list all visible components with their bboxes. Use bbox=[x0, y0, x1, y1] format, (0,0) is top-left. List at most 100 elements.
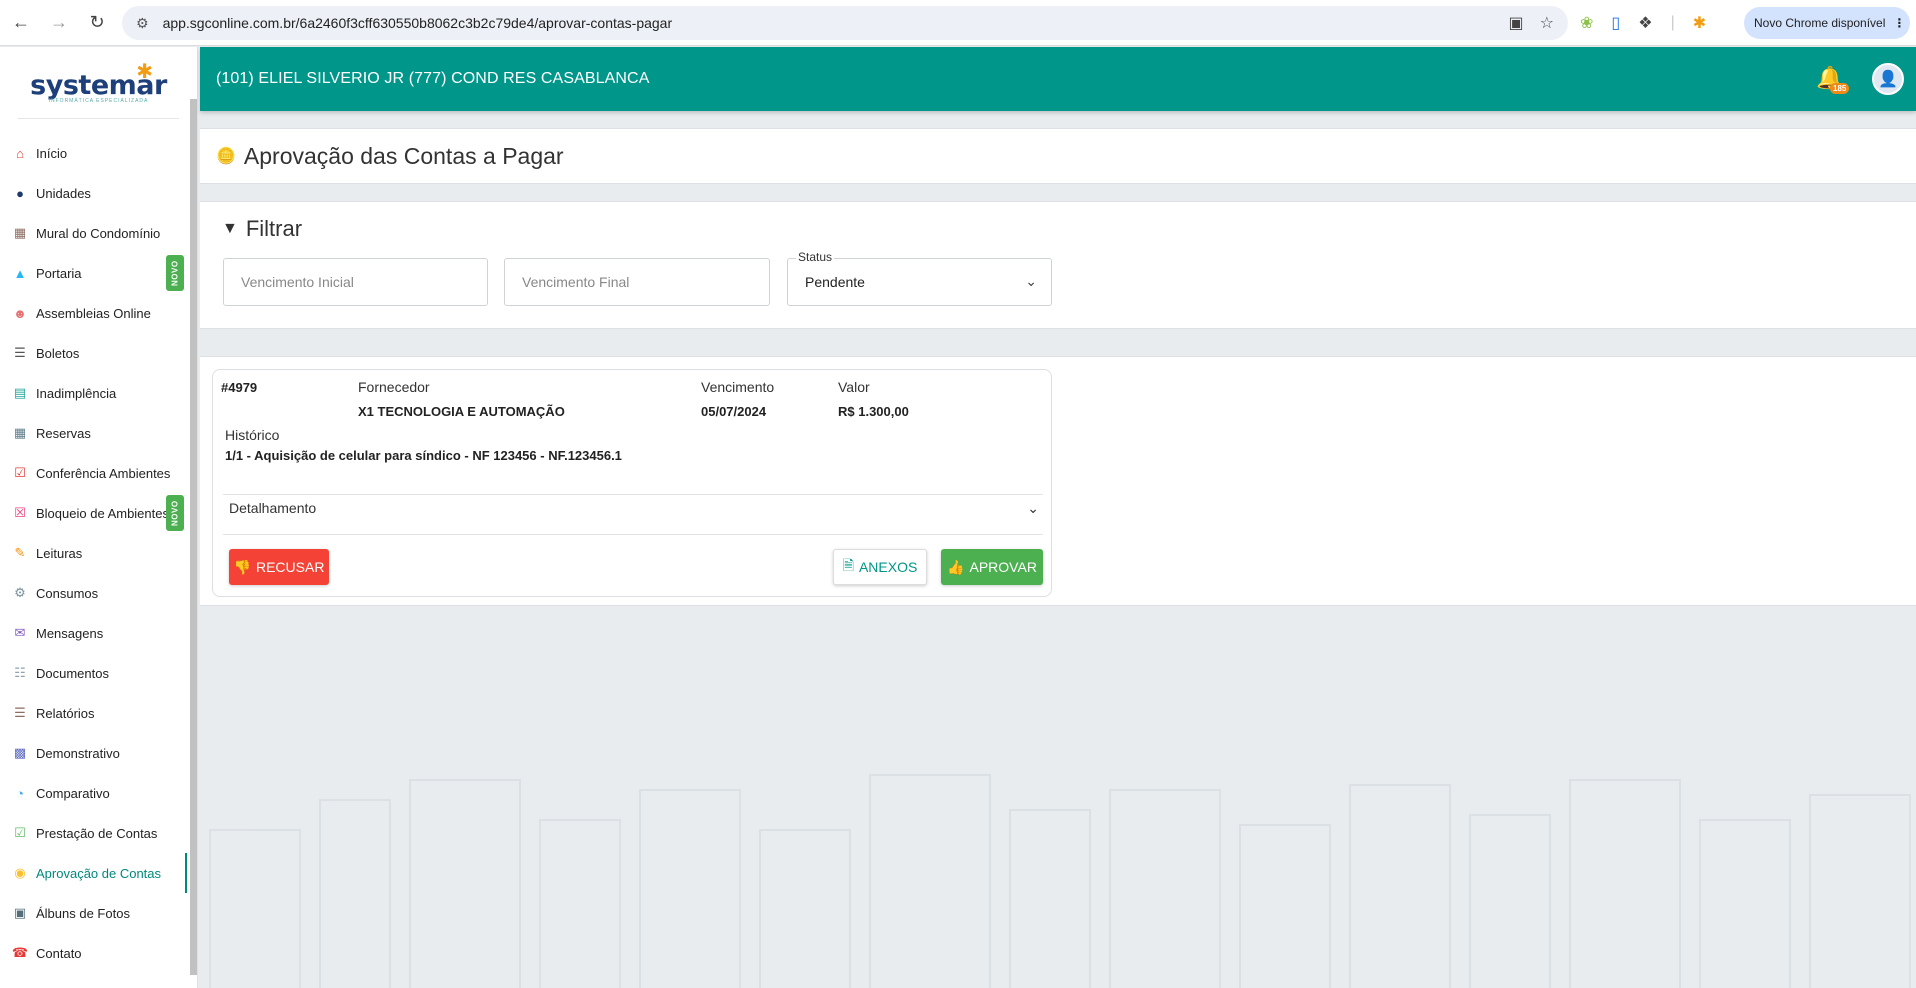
url-text[interactable]: app.sgconline.com.br/6a2460f3cff630550b8… bbox=[163, 15, 1509, 31]
sidebar-item-inadimplencia[interactable]: ▤ Inadimplência bbox=[0, 373, 197, 413]
sidebar-item-relatorios[interactable]: ☰ Relatórios bbox=[0, 693, 197, 733]
anexos-button[interactable]: 🗎 ANEXOS bbox=[833, 549, 927, 585]
sidebar-scrollbar[interactable] bbox=[190, 99, 197, 975]
extensions-area: ❀ ▯ ❖ | ✱ bbox=[1580, 10, 1706, 36]
divider bbox=[223, 534, 1043, 535]
sidebar-item-consumos[interactable]: ⚙ Consumos bbox=[0, 573, 197, 613]
sidebar-item-label: Aprovação de Contas bbox=[36, 865, 162, 881]
report-icon: ▤ bbox=[13, 385, 27, 400]
vencimento-value: 05/07/2024 bbox=[701, 404, 767, 419]
photo-icon: ▣ bbox=[13, 905, 27, 920]
sidebar-item-mensagens[interactable]: ✉ Mensagens bbox=[0, 613, 197, 653]
sidebar-item-portaria[interactable]: ▲ Portaria NOVO bbox=[0, 253, 197, 293]
sidebar-item-label: Reservas bbox=[36, 425, 91, 441]
more-menu-icon[interactable]: ⋮ bbox=[1893, 16, 1905, 30]
filter-title: Filtrar bbox=[245, 216, 303, 241]
logo-star-icon: ✱ bbox=[136, 61, 153, 83]
user-avatar[interactable]: 👤 bbox=[1872, 63, 1904, 95]
detalhamento-label: Detalhamento bbox=[229, 500, 317, 516]
sidebar-item-label: Documentos bbox=[36, 665, 109, 681]
status-select[interactable]: Status Pendente ⌄ bbox=[787, 250, 1052, 306]
profile-extension-icon[interactable]: ✱ bbox=[1693, 13, 1706, 33]
sidebar-item-contato[interactable]: ☎ Contato bbox=[0, 933, 197, 973]
sidebar-item-comparativo[interactable]: ◔ Comparativo bbox=[0, 773, 197, 813]
gate-icon: ▲ bbox=[13, 265, 27, 281]
vencimento-inicial-input[interactable]: Vencimento Inicial bbox=[223, 258, 488, 306]
extensions-puzzle-icon[interactable]: ❖ bbox=[1638, 13, 1652, 33]
novo-badge: NOVO bbox=[166, 255, 184, 291]
bookmark-star-icon[interactable]: ☆ bbox=[1540, 13, 1554, 33]
historico-value: 1/1 - Aquisição de celular para síndico … bbox=[225, 448, 622, 463]
skyline-background bbox=[209, 774, 1911, 988]
status-label: Status bbox=[796, 250, 835, 264]
sidebar-item-label: Comparativo bbox=[36, 785, 110, 801]
sidebar-item-assembleias-online[interactable]: ☻ Assembleias Online bbox=[0, 293, 197, 333]
sidebar-item-unidades[interactable]: ● Unidades bbox=[0, 173, 197, 213]
brand-logo[interactable]: ✱ systemar INFORMÁTICA ESPECIALIZADA bbox=[18, 55, 179, 119]
sidebar-item-prestacao-de-contas[interactable]: ☑ Prestação de Contas bbox=[0, 813, 197, 853]
notification-count-badge[interactable]: 185 bbox=[1830, 83, 1850, 94]
address-bar[interactable]: ⚙ app.sgconline.com.br/6a2460f3cff630550… bbox=[122, 6, 1568, 40]
accounts-icon: ☑ bbox=[14, 825, 26, 840]
valor-label: Valor bbox=[838, 379, 870, 395]
barcode-icon: ☰ bbox=[14, 345, 26, 360]
sidebar-item-albuns-de-fotos[interactable]: ▣ Álbuns de Fotos bbox=[0, 893, 197, 933]
pie-chart-icon: ◔ bbox=[16, 785, 24, 801]
sidebar-item-label: Relatórios bbox=[36, 705, 95, 721]
sidebar-item-label: Álbuns de Fotos bbox=[36, 905, 130, 921]
status-value: Pendente bbox=[805, 274, 865, 290]
documents-icon: ☷ bbox=[14, 665, 26, 680]
chat-icon: ✉ bbox=[14, 625, 26, 640]
sidebar-item-leituras[interactable]: ✎ Leituras bbox=[0, 533, 197, 573]
extension-document-icon[interactable]: ▯ bbox=[1611, 13, 1620, 33]
chrome-update-button[interactable]: Novo Chrome disponível ⋮ bbox=[1744, 7, 1910, 39]
sidebar-item-aprovacao-de-contas[interactable]: ◉ Aprovação de Contas bbox=[0, 853, 197, 893]
filter-funnel-icon: ▼ bbox=[222, 220, 238, 237]
results-panel: #4979 Fornecedor X1 TECNOLOGIA E AUTOMAÇ… bbox=[200, 356, 1916, 606]
detalhamento-toggle[interactable]: Detalhamento ⌄ bbox=[229, 500, 1039, 516]
recusar-button[interactable]: 👎 RECUSAR bbox=[229, 549, 329, 585]
extension-leaf-icon[interactable]: ❀ bbox=[1580, 13, 1593, 33]
page-title-panel: 🪙 Aprovação das Contas a Pagar bbox=[200, 128, 1916, 184]
sidebar-item-mural-do-condominio[interactable]: ▦ Mural do Condomínio bbox=[0, 213, 197, 253]
board-icon: ▦ bbox=[13, 225, 27, 240]
document-icon: 🗎 bbox=[842, 557, 854, 573]
sidebar-item-label: Leituras bbox=[36, 545, 83, 561]
sidebar-item-reservas[interactable]: ▦ Reservas bbox=[0, 413, 197, 453]
app-header: (101) ELIEL SILVERIO JR (777) COND RES C… bbox=[200, 47, 1916, 111]
sidebar-item-inicio[interactable]: ⌂ Início bbox=[0, 133, 197, 173]
site-info-icon[interactable]: ⚙ bbox=[136, 15, 149, 32]
sidebar-item-label: Consumos bbox=[36, 585, 99, 601]
thumbs-up-icon: 👍 bbox=[947, 558, 965, 575]
sidebar: ✱ systemar INFORMÁTICA ESPECIALIZADA ⌂ In… bbox=[0, 47, 198, 988]
thumbs-down-icon: 👎 bbox=[233, 558, 251, 575]
sidebar-item-label: Inadimplência bbox=[36, 385, 117, 401]
reload-icon[interactable]: ↻ bbox=[80, 6, 114, 40]
sidebar-item-boletos[interactable]: ☰ Boletos bbox=[0, 333, 197, 373]
news-icon: ▤ bbox=[11, 984, 29, 988]
chevron-down-icon: ⌄ bbox=[1027, 500, 1039, 516]
vencimento-label: Vencimento bbox=[701, 379, 775, 395]
vencimento-final-input[interactable]: Vencimento Final bbox=[504, 258, 770, 306]
sidebar-item-demonstrativo[interactable]: ▩ Demonstrativo bbox=[0, 733, 197, 773]
sidebar-item-bloqueio-de-ambientes[interactable]: ☒ Bloqueio de Ambientes NOVO bbox=[0, 493, 197, 533]
vencimento-inicial-placeholder: Vencimento Inicial bbox=[241, 274, 354, 290]
sidebar-item-conferencia-ambientes[interactable]: ☑ Conferência Ambientes bbox=[0, 453, 197, 493]
sidebar-item-label: Assembleias Online bbox=[36, 305, 151, 321]
recusar-label: RECUSAR bbox=[255, 559, 325, 575]
vencimento-final-placeholder: Vencimento Final bbox=[522, 274, 630, 290]
anexos-label: ANEXOS bbox=[858, 559, 918, 575]
forward-icon[interactable]: → bbox=[42, 6, 76, 40]
user-icon: 👤 bbox=[1878, 71, 1898, 88]
bill-card: #4979 Fornecedor X1 TECNOLOGIA E AUTOMAÇ… bbox=[212, 369, 1052, 597]
meter-icon: ⚙ bbox=[14, 585, 26, 600]
sidebar-item-noticias[interactable]: ▤Notícias bbox=[0, 973, 197, 988]
coins-icon: ◉ bbox=[14, 865, 26, 880]
back-icon[interactable]: ← bbox=[4, 6, 38, 40]
aprovar-button[interactable]: 👍 APROVAR bbox=[941, 549, 1043, 585]
install-app-icon[interactable]: ▣ bbox=[1509, 13, 1524, 33]
sidebar-item-documentos[interactable]: ☷ Documentos bbox=[0, 653, 197, 693]
sidebar-item-label: Bloqueio de Ambientes bbox=[36, 505, 169, 521]
browser-toolbar: ← → ↻ ⚙ app.sgconline.com.br/6a2460f3cff… bbox=[0, 0, 1916, 46]
fornecedor-value: X1 TECNOLOGIA E AUTOMAÇÃO bbox=[358, 404, 565, 419]
